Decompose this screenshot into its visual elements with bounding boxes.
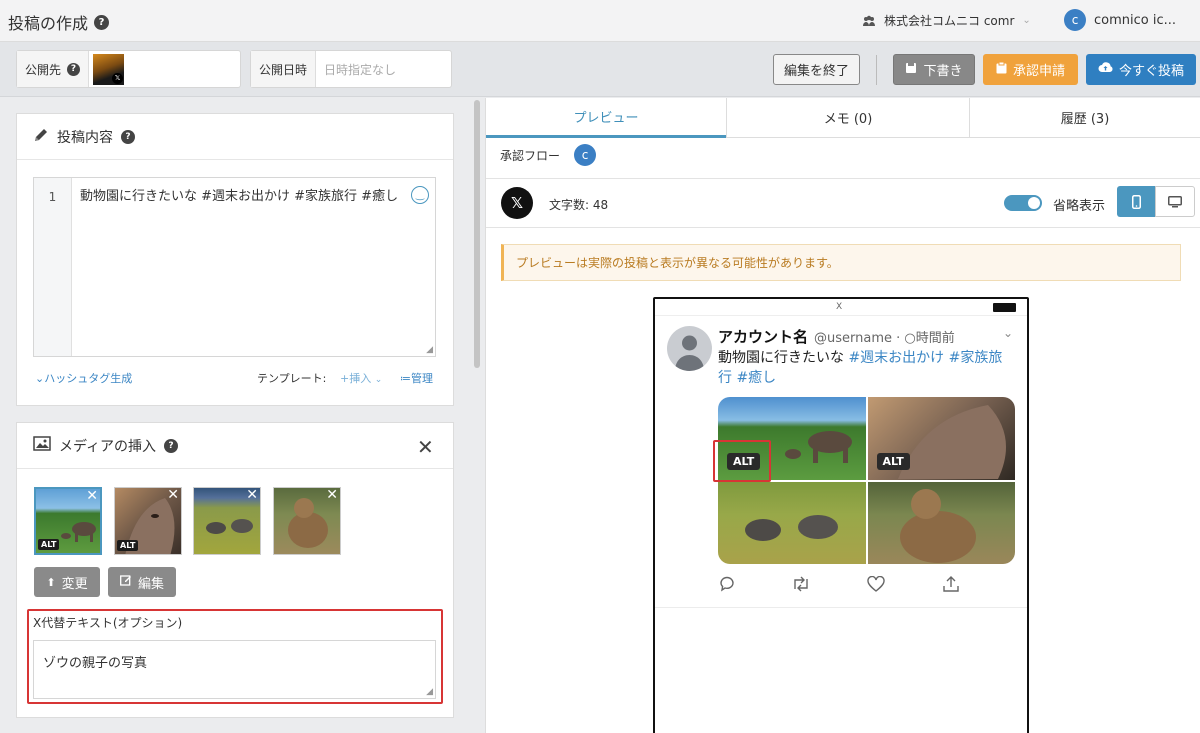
team-icon (863, 15, 875, 26)
chevron-down-icon: ⌄ (35, 372, 45, 385)
post-now-button[interactable]: 今すぐ投稿 (1086, 54, 1196, 85)
approval-request-button[interactable]: 承認申請 (983, 54, 1078, 85)
clipboard-icon (996, 61, 1007, 78)
media-thumbnail[interactable]: ✕ ALT (34, 487, 102, 555)
user-menu[interactable]: c comnico ic... (1064, 9, 1176, 31)
chevron-down-icon[interactable]: ⌄ (1003, 326, 1013, 340)
tweet-image[interactable] (867, 481, 1015, 564)
mobile-icon (1131, 194, 1141, 209)
alt-text-highlight (27, 609, 443, 704)
remove-icon[interactable]: ✕ (246, 488, 258, 503)
share-icon[interactable] (940, 573, 962, 595)
pencil-icon (33, 127, 49, 147)
alt-badge: ALT (117, 540, 139, 551)
cloud-upload-icon (1098, 62, 1113, 77)
image-icon (33, 436, 51, 455)
abbrev-toggle[interactable] (1004, 195, 1042, 211)
draft-button[interactable]: 下書き (893, 54, 975, 85)
remove-icon[interactable]: ✕ (167, 488, 179, 503)
help-icon[interactable]: ? (67, 62, 81, 76)
end-edit-button[interactable]: 編集を終了 (773, 54, 860, 85)
tweet-text: 動物園に行きたいな #週末お出かけ #家族旅行 #癒し (718, 350, 1003, 386)
change-media-button[interactable]: ⬆ 変更 (34, 567, 100, 597)
upload-icon: ⬆ (46, 575, 56, 589)
remove-icon[interactable]: ✕ (326, 488, 338, 503)
alt-badge-highlight (713, 440, 771, 482)
media-thumbnail[interactable]: ✕ (193, 487, 261, 555)
chevron-down-icon: ⌄ (1022, 15, 1031, 26)
preview-warning: プレビューは実際の投稿と表示が異なる可能性があります。 (501, 244, 1181, 281)
abbrev-label: 省略表示 (1053, 199, 1106, 214)
char-count: 文字数: 48 (549, 198, 609, 212)
post-content-title: 投稿内容 (57, 129, 113, 146)
x-badge-icon: 𝕏 (112, 72, 124, 84)
tab-history[interactable]: 履歴 (3) (969, 98, 1200, 138)
plus-icon: + (340, 372, 350, 385)
line-gutter: 1 (34, 178, 72, 356)
alt-badge: ALT (38, 539, 60, 550)
publish-time-input[interactable]: 日時指定なし (316, 51, 404, 87)
edit-media-button[interactable]: 編集 (108, 567, 176, 597)
template-label: テンプレート: (257, 372, 327, 385)
save-icon (905, 62, 917, 78)
media-thumbnail[interactable]: ✕ ALT (114, 487, 182, 555)
divider (655, 607, 1027, 608)
desktop-view-button[interactable] (1155, 186, 1195, 217)
media-title: メディアの挿入 (59, 438, 157, 455)
media-thumbnail[interactable]: ✕ (273, 487, 341, 555)
help-icon[interactable]: ? (94, 14, 110, 30)
avatar: c (1064, 9, 1086, 31)
retweet-icon[interactable] (790, 573, 812, 595)
bear-image (899, 488, 976, 563)
page-title: 投稿の作成 ? (8, 10, 110, 34)
account-thumbnail: 𝕏 (93, 53, 125, 85)
account-name: アカウント名 (718, 328, 809, 346)
publish-to-field[interactable]: 公開先 ? 𝕏 (16, 50, 241, 88)
approver-avatar[interactable]: c (574, 144, 597, 166)
post-text[interactable]: 動物園に行きたいな #週末お出かけ #家族旅行 #癒し (80, 188, 405, 206)
tweet-handle: @username · ○時間前 (814, 331, 955, 346)
rhino-image (745, 514, 838, 541)
help-icon[interactable]: ? (121, 129, 135, 144)
tab-memo[interactable]: メモ (0) (726, 98, 969, 138)
help-icon[interactable]: ? (164, 438, 179, 453)
desktop-icon (1168, 195, 1182, 207)
approval-flow: 承認フロー c (500, 144, 597, 166)
battery-icon (993, 303, 1016, 312)
publish-time-field[interactable]: 公開日時 日時指定なし (250, 50, 452, 88)
template-insert-link[interactable]: +挿入 ⌄ (340, 370, 382, 386)
template-manage-link[interactable]: ≔管理 (400, 370, 433, 386)
hashtag-generate-link[interactable]: ⌄ハッシュタグ生成 (35, 370, 132, 386)
user-icon (675, 335, 704, 371)
company-selector[interactable]: 株式会社コムニコ comr ⌄ (862, 12, 1031, 29)
divider (486, 178, 1200, 179)
like-icon[interactable] (865, 573, 887, 595)
post-text-editor[interactable]: 1 動物園に行きたいな #週末お出かけ #家族旅行 #癒し ‿ ◢ (33, 177, 436, 357)
alt-badge: ALT (876, 453, 910, 470)
tweet-header: アカウント名 @username · ○時間前 (718, 326, 955, 347)
divider (876, 55, 877, 85)
tweet-image[interactable] (718, 481, 866, 564)
list-icon: ≔ (400, 372, 411, 385)
edit-icon (120, 574, 132, 590)
left-scrollbar[interactable] (474, 100, 480, 368)
emoji-icon[interactable]: ‿ (411, 186, 429, 204)
tab-preview[interactable]: プレビュー (486, 98, 726, 138)
divider (486, 227, 1200, 228)
chevron-down-icon: ⌄ (374, 375, 383, 385)
tweet-avatar (667, 326, 712, 371)
tweet-image[interactable]: ALT (867, 397, 1015, 480)
close-icon[interactable]: ✕ (417, 435, 434, 459)
x-logo-icon: 𝕏 (501, 187, 533, 219)
status-center-label: X (836, 302, 843, 312)
resize-handle-icon[interactable]: ◢ (426, 345, 433, 355)
reply-icon[interactable] (716, 573, 738, 595)
remove-icon[interactable]: ✕ (86, 489, 98, 504)
mobile-view-button[interactable] (1117, 186, 1155, 217)
